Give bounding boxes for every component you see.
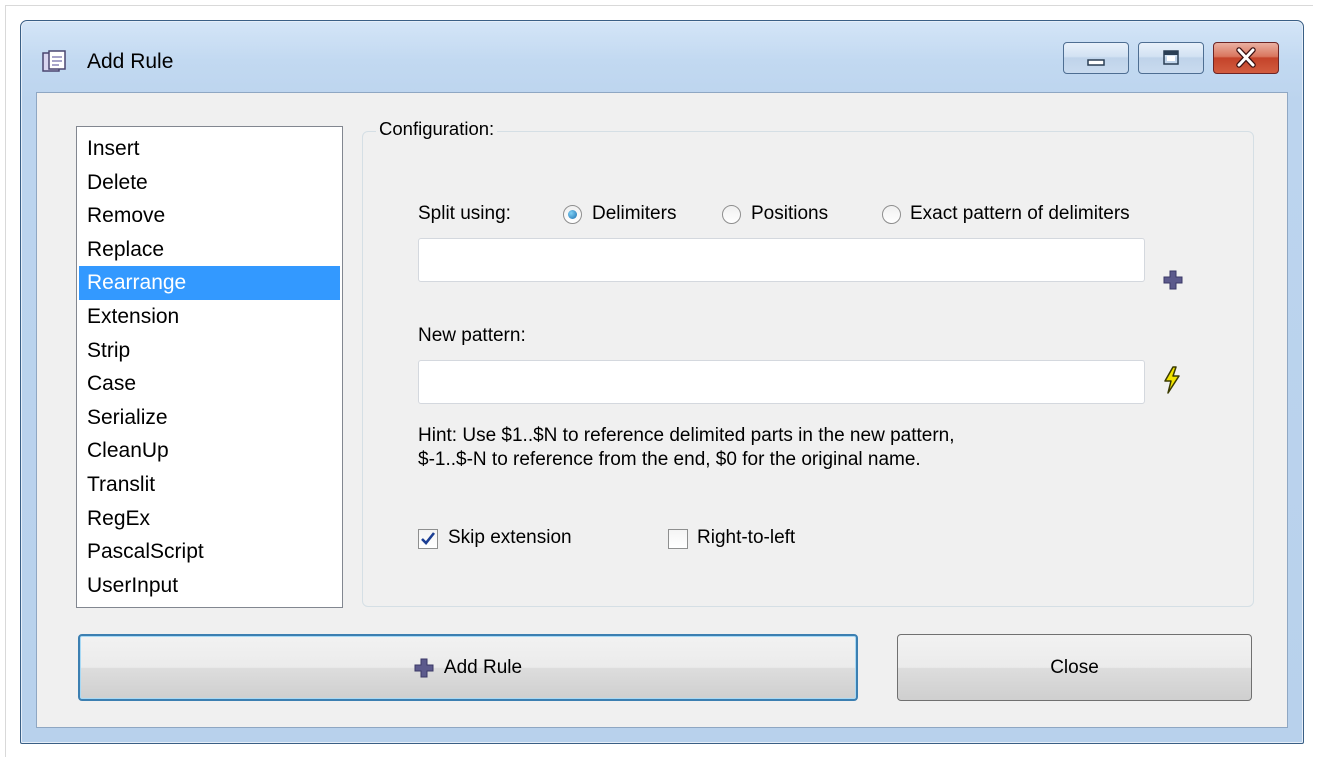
- delimiters-label[interactable]: Delimiters: [592, 203, 676, 225]
- rule-item-extension[interactable]: Extension: [79, 300, 340, 334]
- skip-extension-label[interactable]: Skip extension: [448, 527, 572, 549]
- add-rule-button[interactable]: Add Rule: [78, 634, 858, 701]
- new-pattern-input[interactable]: [418, 360, 1145, 404]
- rule-type-list[interactable]: Insert Delete Remove Replace Rearrange Extens…: [76, 126, 343, 608]
- positions-radio[interactable]: [722, 205, 741, 224]
- rule-item-regex[interactable]: RegEx: [79, 502, 340, 536]
- configuration-legend: Configuration:: [376, 118, 498, 140]
- new-pattern-label: New pattern:: [418, 325, 526, 346]
- lightning-icon[interactable]: [1163, 366, 1181, 394]
- split-using-label: Split using:: [418, 203, 511, 224]
- right-to-left-label[interactable]: Right-to-left: [697, 527, 795, 549]
- right-to-left-checkbox[interactable]: [668, 529, 688, 549]
- close-window-button[interactable]: [1213, 42, 1279, 74]
- rule-item-rearrange[interactable]: Rearrange: [79, 266, 340, 300]
- rule-item-userinput[interactable]: UserInput: [79, 569, 340, 603]
- exact-pattern-radio[interactable]: [882, 205, 901, 224]
- positions-label[interactable]: Positions: [751, 203, 828, 225]
- window-title: Add Rule: [87, 50, 174, 73]
- app-icon: [42, 50, 66, 72]
- add-delimiter-plus-icon[interactable]: [1163, 270, 1183, 290]
- close-button-label: Close: [1050, 656, 1099, 678]
- split-delimiters-input[interactable]: [418, 238, 1145, 282]
- rule-item-delete[interactable]: Delete: [79, 166, 340, 200]
- minimize-button[interactable]: [1063, 42, 1129, 74]
- skip-extension-checkbox[interactable]: [418, 529, 438, 549]
- maximize-icon: [1163, 50, 1179, 65]
- close-button[interactable]: Close: [897, 634, 1252, 701]
- rule-item-strip[interactable]: Strip: [79, 334, 340, 368]
- close-icon: [1236, 47, 1256, 68]
- rule-item-remove[interactable]: Remove: [79, 199, 340, 233]
- rule-item-replace[interactable]: Replace: [79, 233, 340, 267]
- plus-icon: [414, 658, 434, 677]
- checkmark-icon: [421, 532, 436, 545]
- rule-item-pascalscript[interactable]: PascalScript: [79, 535, 340, 569]
- add-rule-button-label: Add Rule: [443, 656, 523, 678]
- exact-pattern-label[interactable]: Exact pattern of delimiters: [910, 203, 1130, 225]
- rule-item-insert[interactable]: Insert: [79, 132, 340, 166]
- title-bar[interactable]: Add Rule: [21, 21, 1303, 91]
- rule-item-case[interactable]: Case: [79, 367, 340, 401]
- hint-line-1: Hint: Use $1..$N to reference delimited …: [418, 425, 955, 446]
- maximize-button[interactable]: [1138, 42, 1204, 74]
- add-rule-window: Add Rule Insert Delete Remove Replace Rearra…: [20, 20, 1304, 744]
- rule-item-serialize[interactable]: Serialize: [79, 401, 340, 435]
- rule-item-cleanup[interactable]: CleanUp: [79, 434, 340, 468]
- radio-selected-dot: [568, 210, 577, 219]
- delimiters-radio[interactable]: [563, 205, 582, 224]
- dialog-client-area: Insert Delete Remove Replace Rearrange Extens…: [36, 92, 1288, 728]
- minimize-icon: [1087, 59, 1105, 66]
- hint-line-2: $-1..$-N to reference from the end, $0 f…: [418, 449, 921, 470]
- rule-item-translit[interactable]: Translit: [79, 468, 340, 502]
